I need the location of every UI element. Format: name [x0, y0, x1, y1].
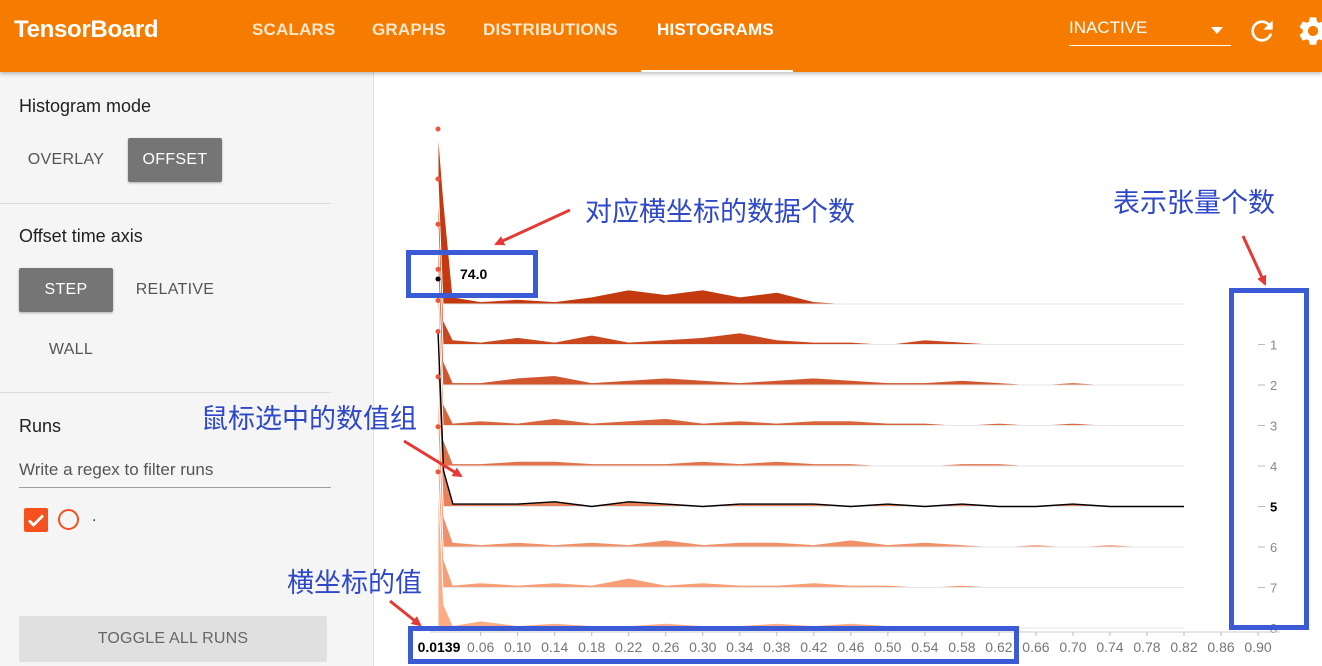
x-tick-label: 0.90 [1244, 639, 1271, 655]
arrow-to-tooltip [494, 208, 571, 246]
inactive-dashboards-select[interactable]: INACTIVE [1069, 16, 1231, 46]
x-tick-label: 0.86 [1207, 639, 1234, 655]
arrow-to-y-axis [1241, 235, 1267, 286]
histogram-series-area [437, 269, 1184, 427]
series-peak-dot [435, 424, 441, 430]
run-label: . [92, 508, 97, 525]
divider [0, 203, 331, 204]
series-peak-dot [435, 469, 441, 475]
run-filter-input[interactable] [19, 452, 331, 488]
x-tick-label: 0.74 [1096, 639, 1123, 655]
tab-histograms[interactable]: HISTOGRAMS [657, 20, 774, 40]
relative-button[interactable]: RELATIVE [128, 268, 222, 312]
y-axis-highlight-box [1229, 288, 1309, 630]
active-tab-indicator [641, 70, 793, 72]
tooltip-highlight-box [406, 250, 538, 298]
arrow-to-selected-group [403, 439, 463, 478]
overlay-button[interactable]: OVERLAY [19, 138, 113, 182]
annotation-x-value: 横坐标的值 [287, 568, 422, 598]
x-tick-label: 0.66 [1022, 639, 1049, 655]
x-tick-label: 0.70 [1059, 639, 1086, 655]
wall-button[interactable]: WALL [24, 328, 118, 372]
divider [0, 392, 331, 393]
series-peak-dot [435, 221, 441, 227]
toggle-all-runs-button[interactable]: TOGGLE ALL RUNS [19, 616, 327, 662]
refresh-icon[interactable] [1246, 15, 1278, 47]
top-bar: TensorBoard SCALARS GRAPHS DISTRIBUTIONS… [0, 0, 1322, 72]
offset-button[interactable]: OFFSET [128, 138, 222, 182]
annotation-selected-group: 鼠标选中的数值组 [201, 404, 417, 434]
series-peak-dot [435, 374, 441, 380]
series-peak-dot [435, 176, 441, 182]
step-button[interactable]: STEP [19, 268, 113, 312]
offset-time-axis-title: Offset time axis [19, 226, 143, 246]
annotation-tensor-count: 表示张量个数 [1113, 188, 1275, 218]
histogram-mode-title: Histogram mode [19, 96, 152, 116]
histogram-chart[interactable]: 12345678 0.06 0.10 0.14 0.18 0.22 0.26 0.30 0.3… [375, 72, 1322, 666]
series-peak-dot [435, 298, 441, 303]
x-axis-highlight-box [408, 626, 1019, 664]
histogram-series-area [437, 426, 1184, 589]
run-checkbox[interactable] [24, 508, 48, 532]
annotation-count: 对应横坐标的数据个数 [585, 197, 855, 227]
check-icon [28, 514, 44, 527]
series-peak-dot [435, 126, 441, 132]
histogram-series-area [437, 471, 1184, 629]
inactive-select-label: INACTIVE [1069, 18, 1148, 37]
x-tick-label: 0.78 [1133, 639, 1160, 655]
histogram-series-area [437, 224, 1184, 386]
gear-icon[interactable] [1296, 14, 1322, 48]
series-peak-dot [435, 329, 441, 334]
tab-graphs[interactable]: GRAPHS [372, 20, 446, 40]
tab-scalars[interactable]: SCALARS [252, 20, 336, 40]
run-color-picker[interactable] [58, 509, 79, 530]
x-tick-label: 0.82 [1170, 639, 1197, 655]
chevron-down-icon [1211, 27, 1223, 34]
app-title: TensorBoard [14, 16, 159, 43]
runs-title: Runs [19, 416, 62, 436]
arrow-to-x-axis [389, 599, 422, 627]
tab-distributions[interactable]: DISTRIBUTIONS [483, 20, 618, 40]
